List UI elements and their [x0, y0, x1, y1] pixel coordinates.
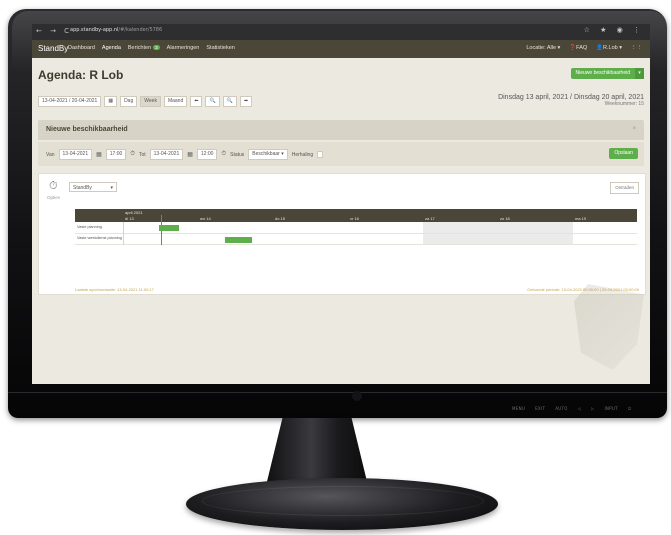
type-value: StandBy	[73, 185, 92, 191]
last-sync-text: Laatste synchronisatie: 13-04-2021 11:00…	[75, 287, 154, 292]
brand-logo[interactable]: StandBy	[38, 44, 68, 53]
page-title: Agenda: R Lob	[38, 68, 124, 82]
monitor-base-rim	[202, 486, 484, 516]
date-range-text: Dinsdag 13 april, 2021 / Dinsdag 20 apri…	[498, 94, 644, 101]
new-availability-panel-header: Nieuwe beschikbaarheid ×	[38, 120, 644, 140]
row-label: Vaste weekdienst planning	[77, 236, 122, 240]
monitor-button: EXIT	[535, 406, 546, 411]
chevron-down-icon[interactable]: ▾	[635, 68, 644, 79]
power-led	[352, 391, 362, 401]
new-availability-form: Van 13-04-2021 ▦ 17:00 ⏱ Tot 13-04-2021 …	[38, 142, 644, 166]
status-select[interactable]: Beschikbaar ▾	[248, 149, 288, 160]
from-date-input[interactable]: 13-04-2021	[58, 149, 93, 160]
chevron-down-icon: ▾	[281, 151, 284, 157]
arrow-right-icon[interactable]: ➡	[239, 96, 253, 107]
to-label: Tot	[138, 151, 146, 158]
calendar-icon[interactable]: ▦	[187, 151, 193, 158]
to-date-input[interactable]: 13-04-2021	[149, 149, 184, 160]
faq-link[interactable]: ❓FAQ	[569, 45, 587, 51]
view-week-button[interactable]: Week	[140, 96, 161, 107]
from-time-input[interactable]: 17:00	[105, 149, 127, 160]
nav-agenda[interactable]: Agenda	[102, 45, 121, 51]
day-label: za 17	[425, 216, 435, 221]
chevron-down-icon: ▾	[110, 185, 113, 191]
nav-dashboard[interactable]: Dashboard	[68, 45, 95, 51]
view-month-button[interactable]: Maand	[163, 96, 188, 107]
app-navbar: StandBy Dashboard Agenda Berichten 3 Alar…	[32, 40, 650, 58]
nav-statistieken[interactable]: Statistieken	[206, 45, 234, 51]
day-label: ma 19	[575, 216, 587, 221]
address-bar[interactable]: app.standby-app.nl/#/kalender/5786	[70, 27, 162, 33]
location-dropdown[interactable]: Locatie: Alle ▾	[526, 45, 560, 51]
shield-logo-watermark	[574, 284, 644, 370]
timeline: april 2021 di 13 wo 14 do 15 vr 16 za 17…	[75, 209, 637, 245]
monitor-button: MENU	[512, 406, 526, 411]
from-label: Van	[46, 151, 55, 158]
monitor-buttons: MENU EXIT AUTO ◁ ▷ INPUT ⏻	[512, 406, 631, 411]
status-value: Beschikbaar	[252, 151, 280, 157]
save-button[interactable]: Opslaan	[609, 148, 638, 159]
type-select[interactable]: StandBy ▾	[69, 182, 117, 192]
main-nav: Dashboard Agenda Berichten 3 Alarmeringen…	[68, 45, 235, 51]
calendar-icon[interactable]: ▦	[96, 151, 102, 158]
form-fields: Van 13-04-2021 ▦ 17:00 ⏱ Tot 13-04-2021 …	[46, 149, 324, 160]
nav-berichten[interactable]: Berichten 3	[128, 45, 160, 51]
day-label: wo 14	[200, 216, 211, 221]
power-icon: ⏻	[627, 406, 632, 411]
row-label: Vaste planning	[77, 225, 102, 229]
date-range-toolbar: 13-04-2021 / 20-04-2021 ▦ Dag Week Maand…	[38, 96, 253, 107]
browser-action-icons[interactable]: ☆ ★ ◉ ⋮	[584, 26, 644, 34]
nav-berichten-label: Berichten	[127, 45, 152, 51]
monitor-button: AUTO	[555, 406, 568, 411]
schedule-card: ⏱ Opties StandBy ▾ Ontraden april 2021 d…	[38, 173, 646, 295]
clock-icon[interactable]: ⏱	[49, 180, 58, 193]
browser-nav-icons[interactable]: ← → C	[36, 27, 72, 35]
url-host: app.standby-app.nl	[70, 27, 119, 33]
ontraden-button[interactable]: Ontraden	[610, 182, 639, 194]
nav-right: Locatie: Alle ▾ ❓FAQ 👤R.Lob ▾ ⋮⋮	[526, 45, 642, 51]
user-menu[interactable]: 👤R.Lob ▾	[596, 45, 622, 51]
day-label: zo 18	[500, 216, 510, 221]
monitor-button: ▷	[591, 406, 595, 411]
timeline-header: april 2021 di 13 wo 14 do 15 vr 16 za 17…	[75, 209, 637, 222]
date-summary: Dinsdag 13 april, 2021 / Dinsdag 20 apri…	[498, 94, 644, 107]
chin-line	[8, 392, 667, 393]
panel-title: Nieuwe beschikbaarheid	[46, 126, 128, 133]
availability-bar[interactable]	[159, 225, 179, 231]
status-label: Status	[230, 151, 245, 158]
timeline-divider	[123, 222, 124, 245]
clock-icon[interactable]: ⏱	[130, 151, 135, 158]
monitor-button: ◁	[577, 406, 582, 411]
close-icon[interactable]: ×	[632, 126, 636, 132]
screen: ← → C app.standby-app.nl/#/kalender/5786…	[32, 24, 650, 384]
url-path: /#/kalender/5786	[118, 27, 163, 33]
day-label: vr 16	[350, 216, 359, 221]
clock-icon[interactable]: ⏱	[221, 151, 226, 158]
calendar-icon[interactable]: ▦	[104, 96, 118, 107]
week-number: Weeknummer: 15	[604, 101, 644, 107]
zoom-out-icon[interactable]: 🔍	[222, 96, 237, 107]
to-time-input[interactable]: 12:00	[196, 149, 218, 160]
availability-bar[interactable]	[225, 237, 252, 243]
zoom-in-icon[interactable]: 🔍	[205, 96, 220, 107]
timeline-row: Vaste weekdienst planning	[75, 233, 637, 245]
browser-toolbar: ← → C app.standby-app.nl/#/kalender/5786…	[32, 24, 650, 40]
view-day-button[interactable]: Dag	[120, 96, 138, 107]
nav-alarmeringen[interactable]: Alarmeringen	[167, 45, 200, 51]
date-range-input[interactable]: 13-04-2021 / 20-04-2021	[38, 96, 102, 107]
new-availability-button[interactable]: Nieuwe beschikbaarheid ▾	[570, 68, 644, 79]
grid-menu-icon[interactable]: ⋮⋮	[631, 45, 642, 51]
monitor-button: INPUT	[604, 406, 618, 411]
repeat-checkbox[interactable]	[317, 151, 324, 158]
options-label: Opties	[47, 195, 61, 200]
month-label: april 2021	[125, 210, 143, 215]
repeat-label: Herhaling	[291, 151, 314, 158]
arrow-left-icon[interactable]: ⬅	[190, 96, 203, 107]
day-label: di 13	[125, 216, 134, 221]
new-availability-label: Nieuwe beschikbaarheid	[575, 70, 630, 76]
message-count-badge: 3	[153, 45, 160, 50]
day-label: do 15	[275, 216, 286, 221]
